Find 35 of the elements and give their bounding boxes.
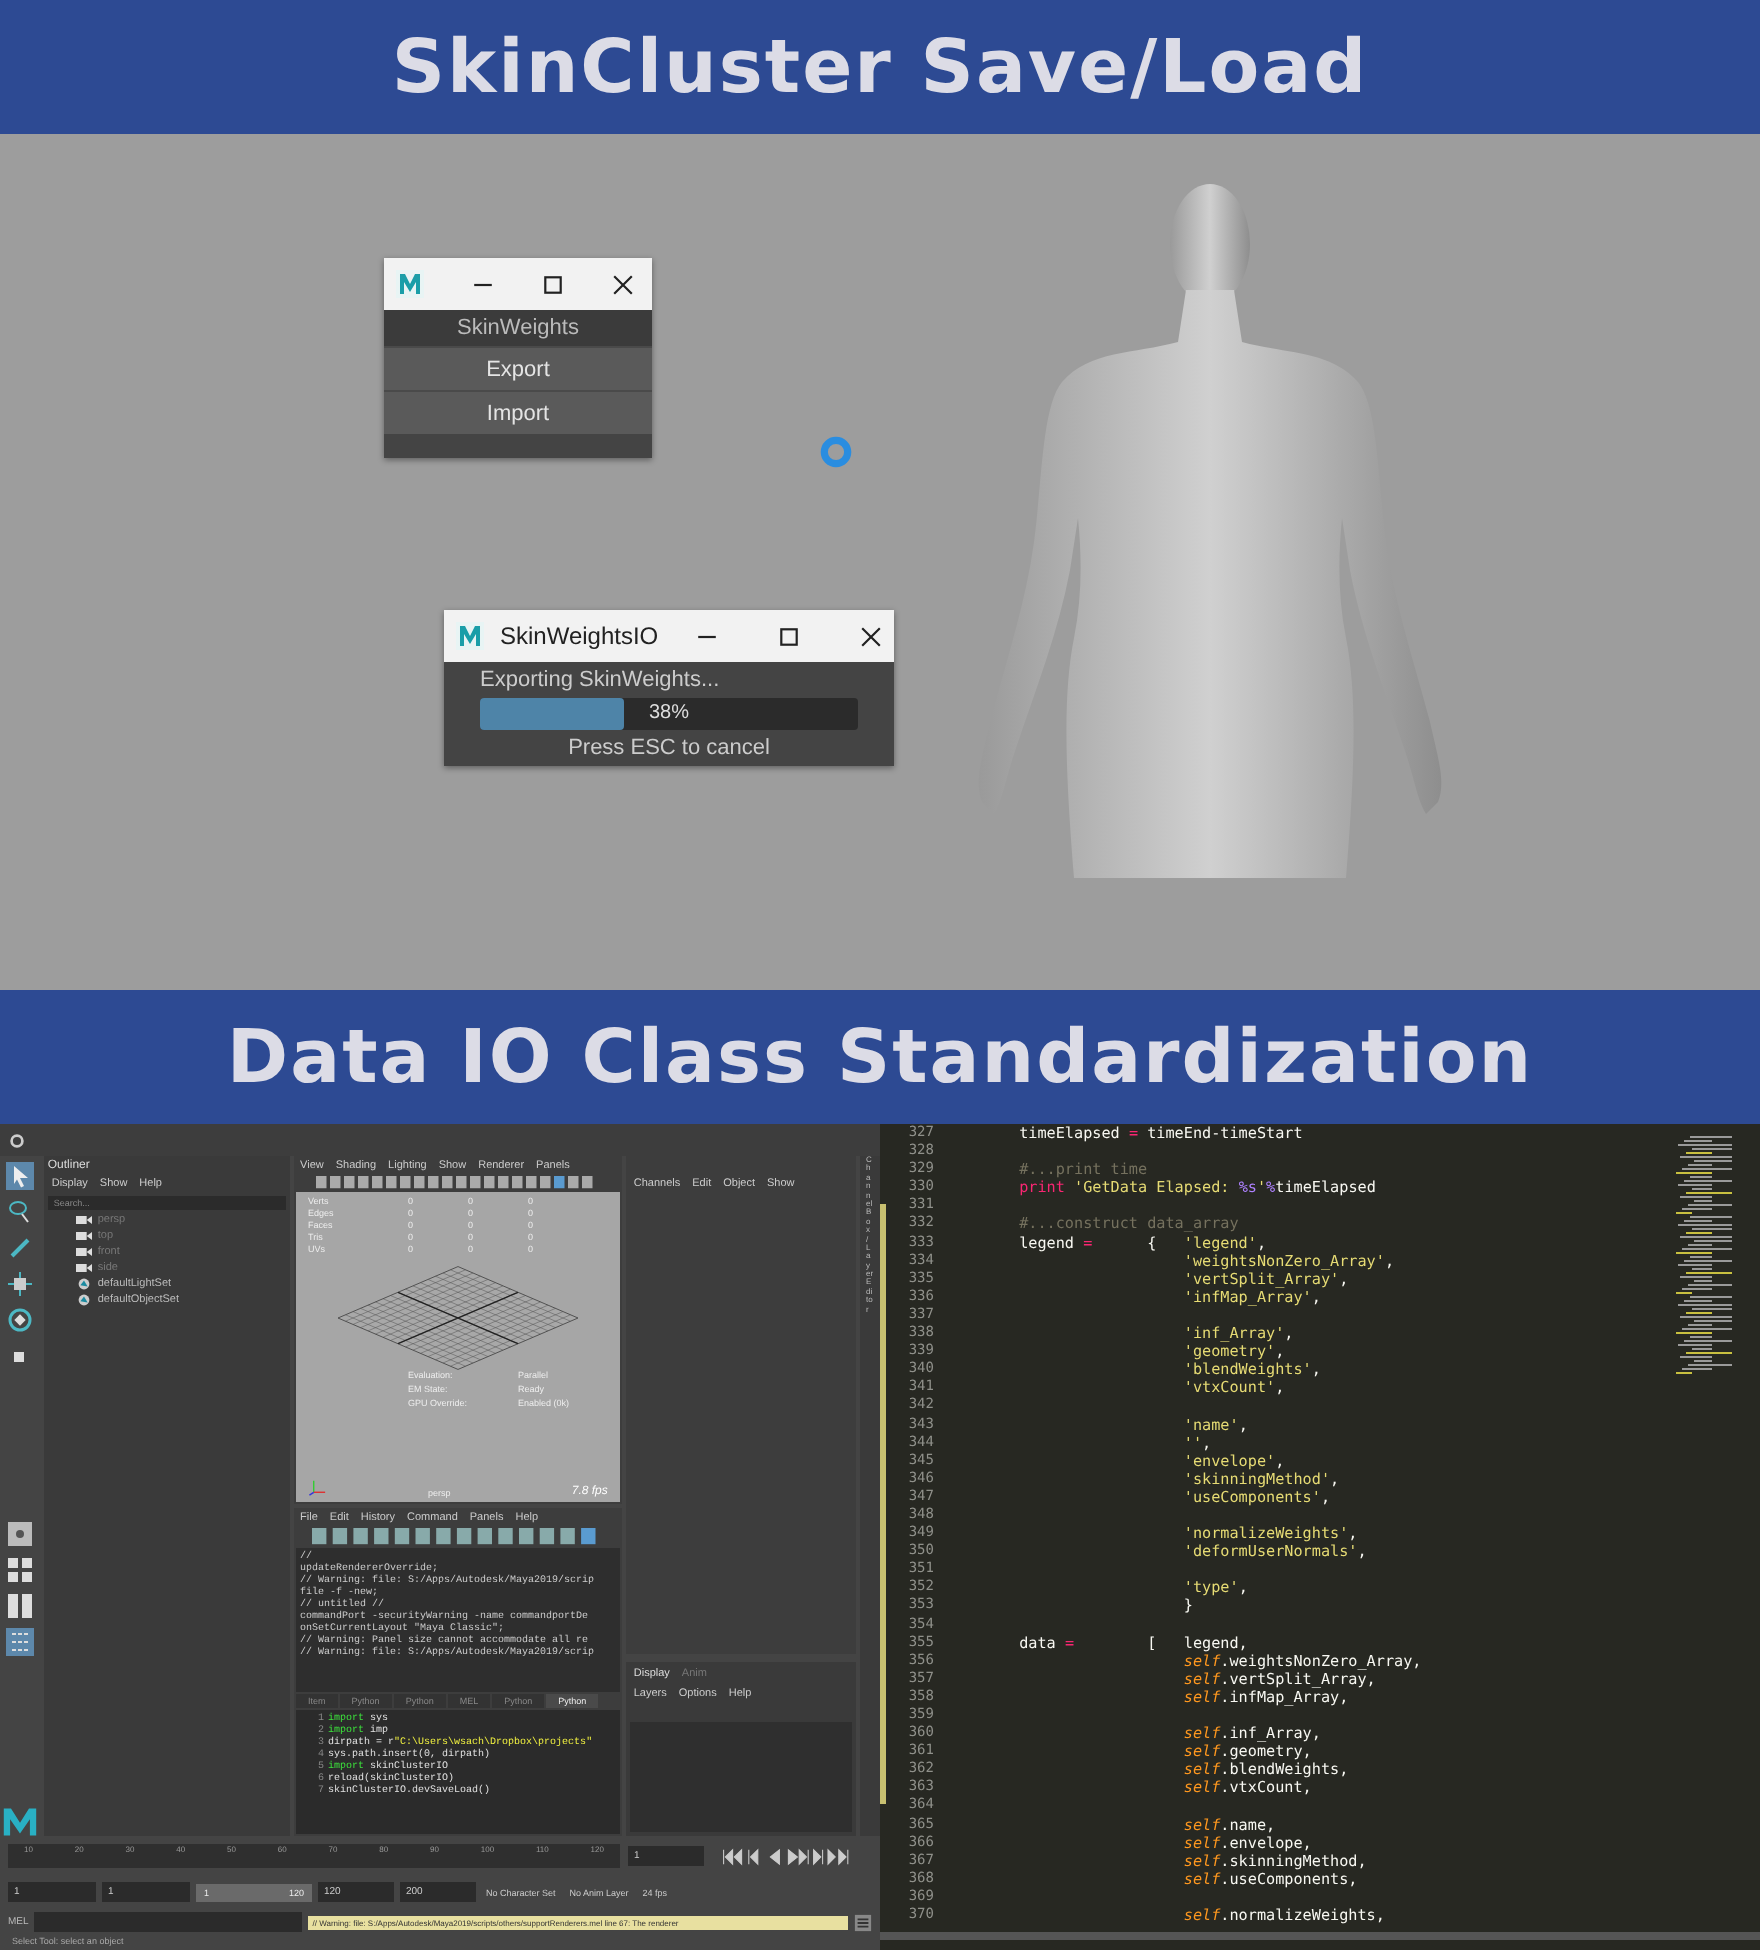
rotate-icon[interactable] — [5, 1306, 34, 1334]
set-icon — [75, 1294, 92, 1306]
loading-ring-icon — [818, 434, 854, 470]
camera-icon — [75, 1230, 92, 1242]
command-field[interactable] — [34, 1912, 303, 1932]
two-pane-icon[interactable] — [5, 1592, 34, 1620]
move-icon[interactable] — [5, 1270, 34, 1298]
horizontal-scrollbar[interactable] — [880, 1932, 1760, 1940]
script-editor-icon[interactable] — [854, 1913, 872, 1931]
banner-title: SkinCluster Save/Load — [391, 24, 1369, 110]
gear-icon[interactable] — [8, 1131, 26, 1149]
window-header: SkinWeights — [384, 310, 652, 346]
window-title: SkinWeightsIO — [500, 622, 659, 650]
action-button[interactable]: Import — [384, 390, 652, 434]
progress-message: Exporting SkinWeights... — [480, 668, 722, 692]
action-button[interactable]: Export — [384, 346, 652, 390]
maximize-icon[interactable] — [778, 625, 800, 647]
brush-icon[interactable] — [5, 1234, 34, 1262]
app-logo-icon — [456, 622, 484, 650]
app-logo-icon — [396, 270, 424, 298]
progress-percent: 38% — [646, 702, 691, 724]
layout-icon[interactable] — [5, 1520, 34, 1548]
close-icon[interactable] — [860, 625, 882, 647]
maximize-icon[interactable] — [542, 273, 564, 295]
camera-icon — [75, 1246, 92, 1258]
banner-title: Data IO Class Standardization — [226, 1014, 1534, 1100]
four-pane-icon[interactable] — [5, 1556, 34, 1584]
app-logo-icon — [1, 1806, 38, 1836]
close-icon[interactable] — [612, 273, 634, 295]
list-pane-icon[interactable] — [5, 1628, 34, 1656]
cancel-hint: Press ESC to cancel — [566, 736, 772, 760]
camera-icon — [75, 1262, 92, 1274]
axis-icon — [308, 1478, 329, 1498]
set-icon — [75, 1278, 92, 1290]
camera-icon — [75, 1214, 92, 1226]
